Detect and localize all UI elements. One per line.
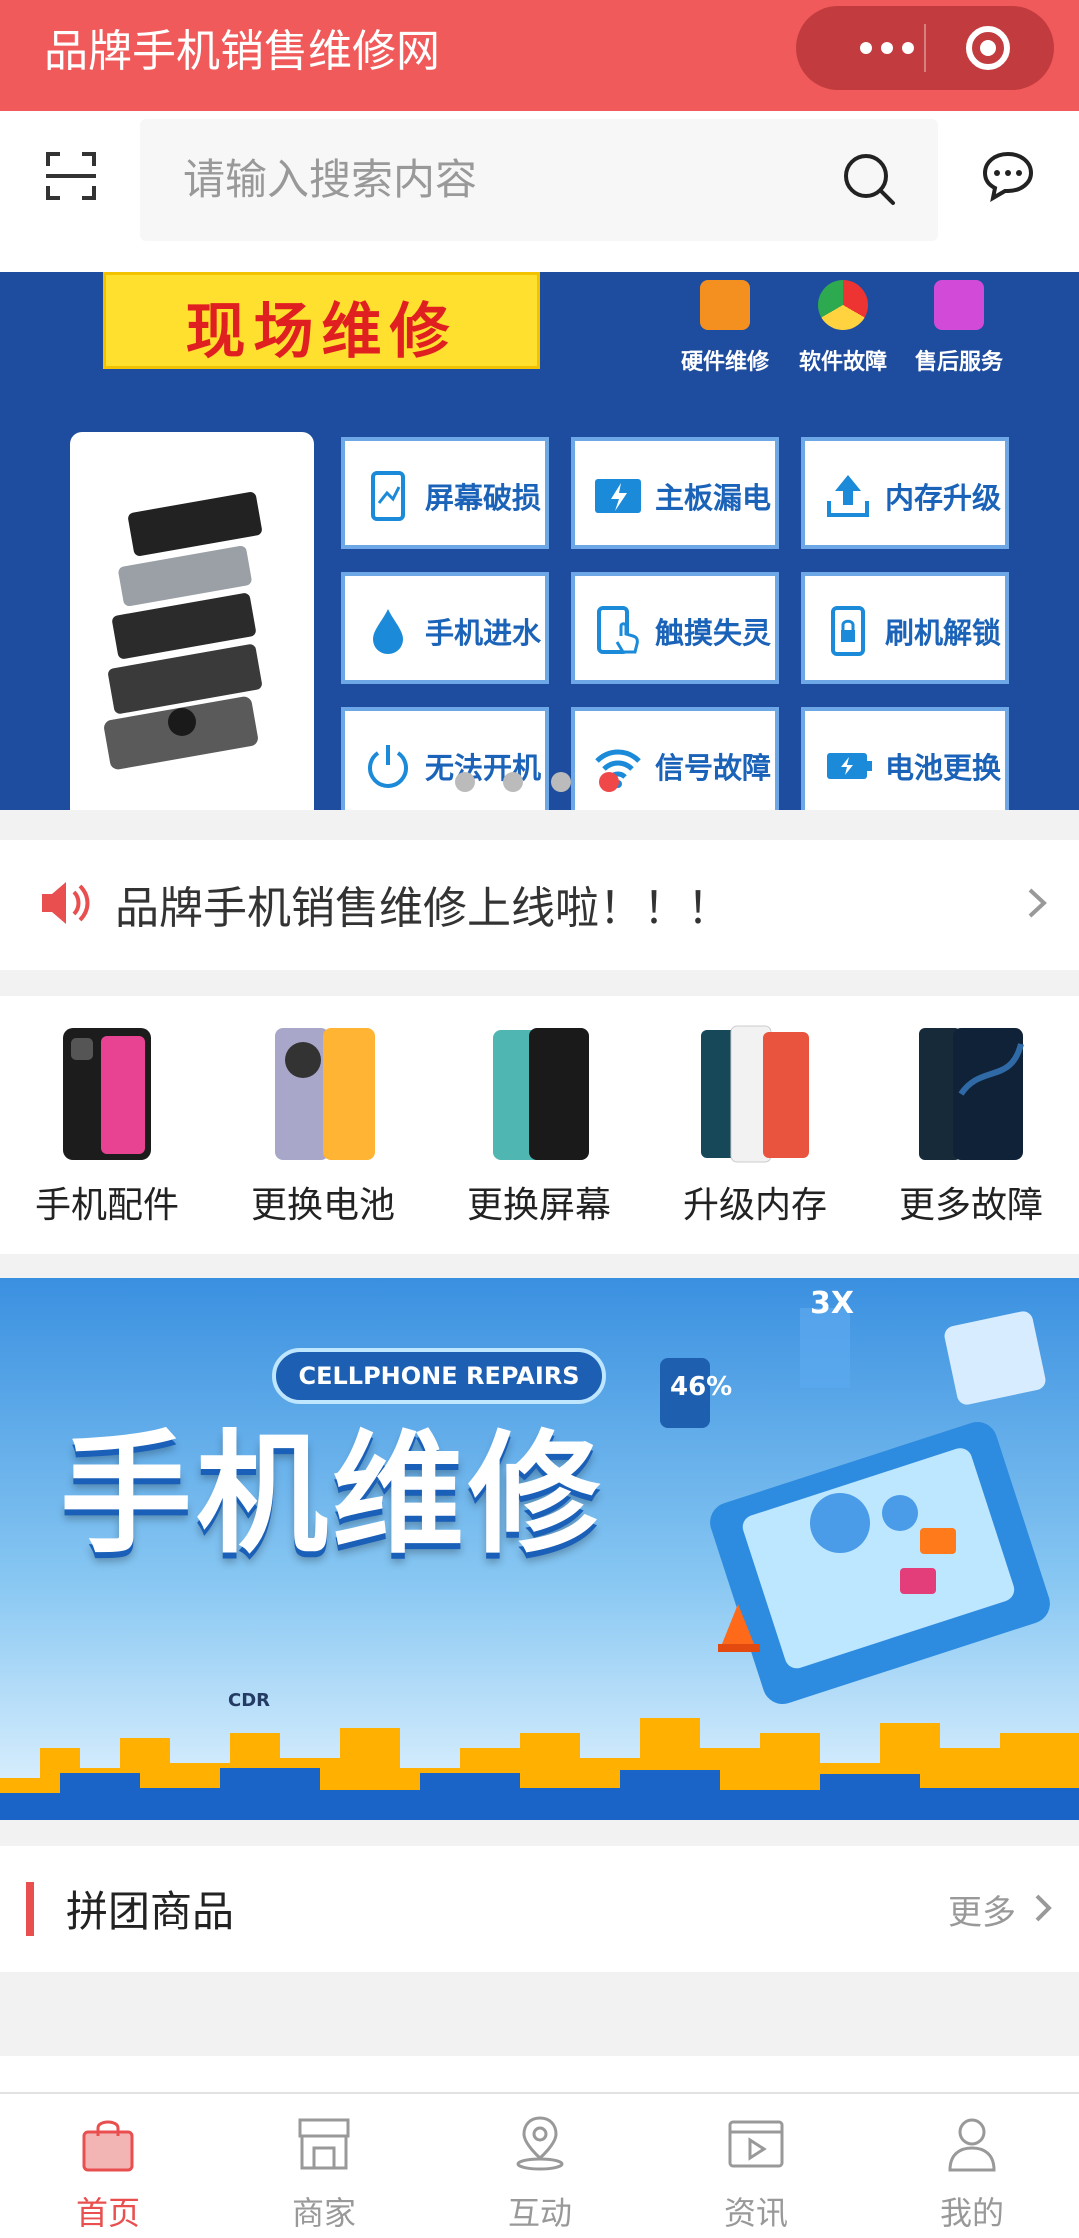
tab-interact[interactable]: 互动 bbox=[470, 2114, 610, 2234]
search-input[interactable] bbox=[183, 147, 823, 211]
touch-icon bbox=[597, 606, 639, 654]
phone-dark-image bbox=[919, 1028, 1024, 1160]
store-icon bbox=[298, 2118, 350, 2170]
lock-phone-icon bbox=[831, 606, 865, 656]
feature-hardware: 硬件维修 bbox=[670, 280, 780, 376]
service-water-damage[interactable]: 手机进水 bbox=[341, 572, 549, 684]
tab-home[interactable]: 首页 bbox=[38, 2114, 178, 2234]
more-link[interactable]: 更多 bbox=[948, 1885, 1016, 1934]
power-icon bbox=[368, 745, 408, 788]
service-signal-failure[interactable]: 信号故障 bbox=[571, 707, 779, 810]
chat-icon[interactable] bbox=[982, 150, 1034, 202]
close-button[interactable] bbox=[966, 26, 1010, 70]
search-icon[interactable] bbox=[842, 152, 896, 206]
repair-promo-banner[interactable]: CELLPHONE REPAIRS 手机维修 46% 3X CDR bbox=[0, 1278, 1079, 1820]
carousel-indicator bbox=[455, 772, 625, 792]
tab-news[interactable]: 资讯 bbox=[686, 2114, 826, 2234]
next-section-placeholder bbox=[0, 2056, 1079, 2096]
battery-icon bbox=[827, 753, 872, 779]
category-battery[interactable]: 更换电池 bbox=[248, 1024, 398, 1228]
mini-program-capsule bbox=[796, 6, 1054, 90]
banner-chinese-title: 手机维修 bbox=[60, 1418, 604, 1572]
section-title: 拼团商品 bbox=[66, 1887, 235, 1936]
service-screen-broken[interactable]: 屏幕破损 bbox=[341, 437, 549, 549]
scan-icon[interactable] bbox=[46, 152, 96, 200]
capsule-divider bbox=[924, 24, 926, 72]
service-flash-unlock[interactable]: 刷机解锁 bbox=[801, 572, 1009, 684]
phone-black-image bbox=[63, 1028, 151, 1160]
promo-banner-carousel[interactable]: 现场维修 硬件维修 软件故障 售后服务 屏幕破损 主板漏电 内存升级 手机进水 … bbox=[0, 272, 1079, 810]
service-memory-upgrade[interactable]: 内存升级 bbox=[801, 437, 1009, 549]
wrench-icon bbox=[700, 280, 750, 330]
chevron-right-icon[interactable] bbox=[1032, 1892, 1056, 1924]
phone-parts-illustration bbox=[70, 432, 314, 810]
category-memory[interactable]: 升级内存 bbox=[680, 1024, 830, 1228]
feature-aftersales: 售后服务 bbox=[904, 280, 1014, 376]
cdr-label: CDR bbox=[228, 1690, 271, 1711]
bag-icon bbox=[82, 2120, 134, 2172]
app-root: 品牌手机销售维修网 现场维修 硬件维修 软件故障 售后服务 bbox=[0, 0, 1079, 2238]
phone-silver-image bbox=[275, 1028, 375, 1160]
category-more-faults[interactable]: 更多故障 bbox=[896, 1024, 1046, 1228]
water-drop-icon bbox=[373, 609, 403, 654]
lightning-icon bbox=[595, 479, 641, 513]
title-bar: 品牌手机销售维修网 bbox=[0, 0, 1079, 111]
feature-software: 软件故障 bbox=[788, 280, 898, 376]
chrome-icon bbox=[818, 280, 868, 330]
section-accent-bar bbox=[26, 1882, 34, 1936]
search-box bbox=[140, 119, 938, 241]
category-screen[interactable]: 更换屏幕 bbox=[464, 1024, 614, 1228]
service-cannot-boot[interactable]: 无法开机 bbox=[341, 707, 549, 810]
percent-badge: 46% bbox=[670, 1372, 733, 1402]
carousel-dot[interactable] bbox=[503, 772, 523, 792]
carousel-dot[interactable] bbox=[455, 772, 475, 792]
speaker-icon bbox=[42, 882, 90, 924]
banner-headline: 现场维修 bbox=[103, 272, 540, 369]
service-battery-replace[interactable]: 电池更换 bbox=[801, 707, 1009, 810]
category-accessories[interactable]: 手机配件 bbox=[32, 1024, 182, 1228]
phone-teal-image bbox=[493, 1028, 589, 1160]
tab-profile[interactable]: 我的 bbox=[902, 2114, 1042, 2234]
carousel-dot[interactable] bbox=[551, 772, 571, 792]
service-touch-failure[interactable]: 触摸失灵 bbox=[571, 572, 779, 684]
phone-trio-image bbox=[701, 1025, 809, 1163]
tab-merchants[interactable]: 商家 bbox=[254, 2114, 394, 2234]
carousel-dot-active[interactable] bbox=[599, 772, 619, 792]
service-board-leak[interactable]: 主板漏电 bbox=[571, 437, 779, 549]
user-icon bbox=[948, 2118, 996, 2172]
announcement-text: 品牌手机销售维修上线啦！！！ bbox=[115, 883, 731, 934]
upload-icon bbox=[827, 475, 869, 517]
smile-icon bbox=[934, 280, 984, 330]
video-icon bbox=[728, 2120, 784, 2168]
chevron-right-icon bbox=[1028, 888, 1047, 918]
multiplier-badge: 3X bbox=[810, 1286, 855, 1321]
app-title: 品牌手机销售维修网 bbox=[44, 26, 440, 77]
location-icon bbox=[516, 2116, 564, 2171]
phone-screen-icon bbox=[371, 471, 405, 521]
phone-parts-image bbox=[104, 491, 262, 770]
